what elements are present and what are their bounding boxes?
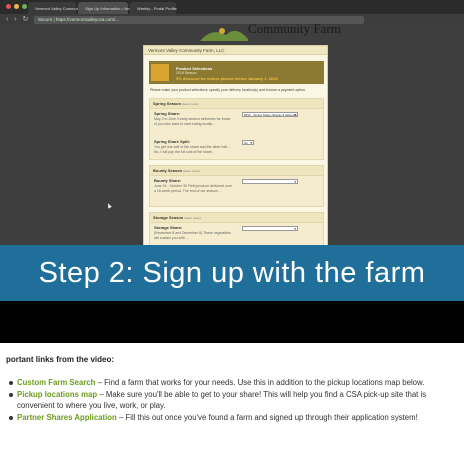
banner-discount: 5% discount for orders placed before Jan… (176, 76, 278, 81)
spring-split-select[interactable]: No (242, 140, 254, 145)
section-title: Spring Season (153, 101, 182, 106)
field-description: You get one-half of the share and the ot… (154, 145, 231, 154)
section-header: Bounty Season (learn more) (150, 166, 323, 176)
browser-tab[interactable]: Weebly - Portal Profile (130, 2, 177, 14)
section-title: Storage Season (153, 215, 184, 220)
web-page: Community Farm Vermont Valley Community … (0, 21, 464, 261)
links-heading: portant links from the video: (6, 355, 115, 364)
section-title: Bounty Season (153, 168, 183, 173)
field-description: May 2 to June 9 early-season deliveries … (154, 117, 231, 126)
product-image (151, 64, 169, 81)
form-intro: Please make your product selections, spe… (150, 88, 306, 92)
bounty-season-section: Bounty Season (learn more) Bounty Share:… (149, 165, 324, 207)
form-title: Vermont Valley Community Farm, LLC (144, 46, 327, 55)
logo-text: Community Farm (248, 21, 341, 36)
list-item: Custom Farm Search – Find a farm that wo… (9, 377, 462, 388)
pickup-locations-map-link[interactable]: Pickup locations map (17, 390, 97, 399)
bounty-share-field: Bounty Share: June 16 - October 30 Field… (154, 178, 234, 193)
link-description: – Fill this out once you've found a farm… (116, 413, 418, 422)
video-letterbox (0, 301, 464, 343)
bounty-share-select[interactable] (242, 179, 298, 184)
close-window-icon[interactable] (6, 4, 11, 9)
signup-form: Vermont Valley Community Farm, LLC Produ… (143, 45, 328, 261)
video-caption: Step 2: Sign up with the farm (38, 257, 426, 289)
partner-shares-application-link[interactable]: Partner Shares Application (17, 413, 117, 422)
minimize-window-icon[interactable] (14, 4, 19, 9)
browser-tab-active[interactable]: Sign Up Information • Verm... (78, 2, 137, 14)
video-player[interactable]: Vermont Valley Community F... Sign Up In… (0, 0, 464, 343)
list-item: Partner Shares Application – Fill this o… (9, 412, 462, 423)
field-label: Spring Share: (154, 111, 181, 116)
section-header: Storage Season (learn more) (150, 213, 323, 223)
tab-title: Weebly - Portal Profile (137, 5, 177, 11)
spring-season-section: Spring Season (learn more) Spring Share:… (149, 98, 324, 160)
learn-more-link[interactable]: (learn more) (184, 216, 200, 220)
field-description: (November 8 and December 6) These vegeta… (154, 231, 231, 240)
field-description: June 16 - October 30 Field produce deliv… (154, 184, 233, 193)
browser-url-bar: ‹ › ↻ Secure | https://vermontvalleycsa.… (0, 14, 464, 25)
link-description: – Find a farm that works for your needs.… (95, 378, 425, 387)
important-links-section: portant links from the video: Custom Far… (0, 343, 464, 467)
browser-tab-bar: Vermont Valley Community F... Sign Up In… (0, 0, 464, 14)
tab-title: Sign Up Information • Verm... (85, 5, 137, 11)
learn-more-link[interactable]: (learn more) (183, 169, 199, 173)
section-header: Spring Season (learn more) (150, 99, 323, 109)
site-logo[interactable]: Community Farm (200, 21, 341, 43)
field-label: Storage Share: (154, 225, 183, 230)
window-controls[interactable] (6, 4, 27, 9)
browser-tab[interactable]: Vermont Valley Community F... (28, 2, 89, 14)
field-label: Spring Share Split: (154, 139, 191, 144)
field-label: Bounty Share: (154, 178, 182, 183)
caption-band: Step 2: Sign up with the farm (0, 245, 464, 301)
spring-share-field: Spring Share: May 2 to June 9 early-seas… (154, 111, 234, 126)
links-list: Custom Farm Search – Find a farm that wo… (9, 377, 462, 424)
storage-share-select[interactable] (242, 226, 298, 231)
nav-buttons[interactable]: ‹ › ↻ (6, 15, 30, 23)
spring-share-select[interactable]: $200 - Spring Share (Weeks 8 deliveries) (242, 112, 298, 117)
storage-share-field: Storage Share: (November 8 and December … (154, 225, 234, 240)
list-item: Pickup locations map – Make sure you'll … (9, 389, 462, 411)
learn-more-link[interactable]: (learn more) (182, 102, 198, 106)
spring-share-split-field: Spring Share Split: You get one-half of … (154, 139, 234, 154)
season-banner: Product Selections 2018 Season 5% discou… (149, 61, 324, 84)
custom-farm-search-link[interactable]: Custom Farm Search (17, 378, 95, 387)
banner-season: 2018 Season (176, 71, 197, 75)
maximize-window-icon[interactable] (22, 4, 27, 9)
